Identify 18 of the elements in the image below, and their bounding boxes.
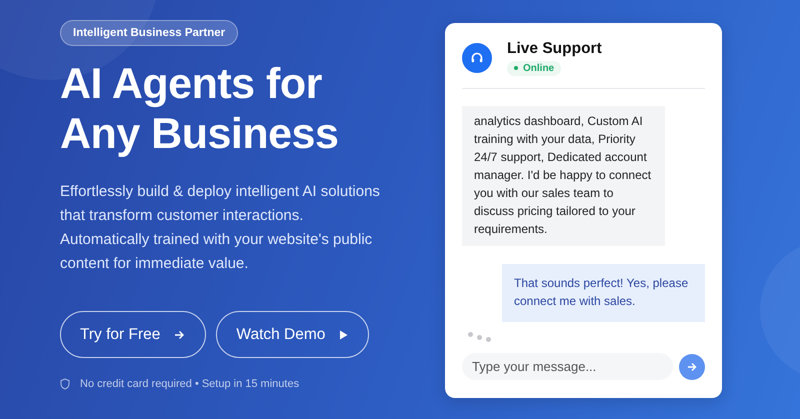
- description: Effortlessly build & deploy intelligent AI solutions that transform customer interactions. Automatically trained with your website's public content for immediate value.: [60, 182, 381, 274]
- headline: Any Business: [60, 109, 338, 159]
- play-icon: [339, 330, 348, 340]
- headline: AI Agents for: [60, 59, 323, 109]
- arrow-right-icon: [174, 330, 186, 340]
- cta-button[interactable]: Watch Demo: [216, 311, 370, 358]
- user-message: That sounds perfect! Yes, please connect me with sales.: [502, 264, 705, 322]
- agent-message: analytics dashboard, Custom AI training with your data, Priority 24/7 support, Dedicated account manager. I'd be happy to connect you with our sales team to discuss pricing tailored to your requirements.: [462, 106, 665, 246]
- headset-avatar-icon: [462, 42, 492, 72]
- note-text: No credit card required • Setup in 15 minutes: [80, 378, 300, 390]
- shield-icon: [60, 378, 70, 390]
- send-button[interactable]: [679, 354, 705, 380]
- message-input[interactable]: Type your message...: [462, 353, 673, 380]
- status-badge: Online: [507, 60, 562, 76]
- cta-button[interactable]: Try for Free: [60, 311, 206, 358]
- tagline-badge: Intelligent Business Partner: [60, 20, 238, 46]
- chat-title: Live Support: [507, 40, 602, 58]
- arrow-right-icon: [687, 362, 697, 372]
